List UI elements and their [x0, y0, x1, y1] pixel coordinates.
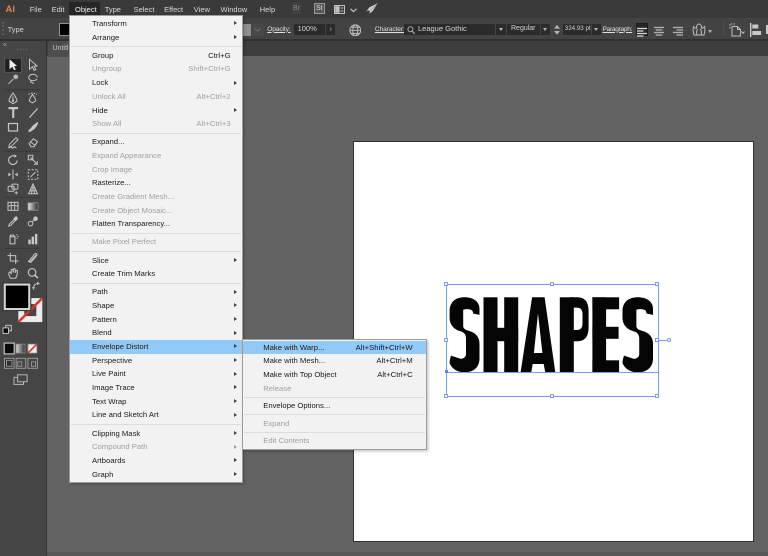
svg-text:«: «	[3, 42, 7, 49]
